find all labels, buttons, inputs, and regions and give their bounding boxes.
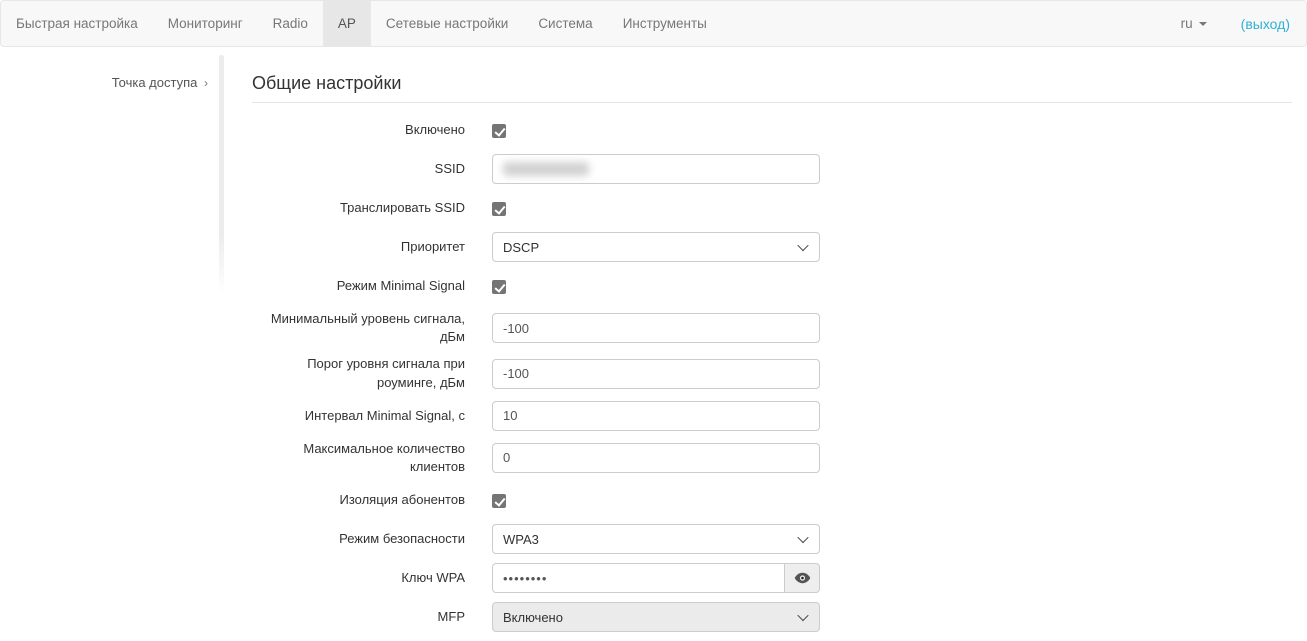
field-label: Включено [252,121,492,139]
navbar-right: ru (выход) [1181,1,1306,46]
main-content: Общие настройки Включено SSID Транслиров… [224,47,1307,641]
field-label: Ключ WPA [252,569,492,587]
max-clients-input[interactable] [492,443,820,473]
nav-item-ap[interactable]: AP [323,1,371,46]
minimal-signal-level-input[interactable] [492,313,820,343]
field-label: SSID [252,160,492,178]
field-label: Порог уровня сигнала при роуминге, дБм [252,355,492,391]
form-row-broadcast-ssid: Транслировать SSID [252,193,1292,223]
field-label: Транслировать SSID [252,199,492,217]
field-label: Интервал Minimal Signal, с [252,407,492,425]
nav-item-tools[interactable]: Инструменты [608,1,722,46]
chevron-right-icon: › [204,76,208,90]
enabled-checkbox[interactable] [492,124,506,138]
sidebar: Точка доступа › [0,47,224,641]
nav-menu: Быстрая настройка Мониторинг Radio AP Се… [1,1,722,46]
roaming-signal-threshold-input[interactable] [492,359,820,389]
field-label: Максимальное количество клиентов [252,440,492,476]
form-row-enabled: Включено [252,115,1292,145]
sidebar-item-access-point[interactable]: Точка доступа › [112,75,208,90]
form-row-minimal-signal-interval: Интервал Minimal Signal, с [252,401,1292,431]
page-title: Общие настройки [252,73,1292,103]
sidebar-divider [219,55,224,295]
logout-link[interactable]: (выход) [1241,16,1290,32]
form-row-minimal-signal-level: Минимальный уровень сигнала, дБм [252,310,1292,346]
broadcast-ssid-checkbox[interactable] [492,202,506,216]
ssid-input[interactable] [492,154,820,184]
form-row-mfp: MFP Включено [252,602,1292,632]
form-row-roaming-threshold: Порог уровня сигнала при роуминге, дБм [252,355,1292,391]
client-isolation-checkbox[interactable] [492,494,506,508]
nav-item-system[interactable]: Система [523,1,607,46]
form-row-client-isolation: Изоляция абонентов [252,485,1292,515]
security-mode-select[interactable]: WPA3 [492,524,820,554]
nav-item-radio[interactable]: Radio [258,1,323,46]
caret-down-icon [1199,22,1207,26]
wpa-key-group [492,563,820,593]
sidebar-item-label: Точка доступа [112,75,198,90]
field-label: Изоляция абонентов [252,491,492,509]
nav-item-network-settings[interactable]: Сетевые настройки [371,1,523,46]
form-row-ssid: SSID [252,154,1292,184]
language-dropdown[interactable]: ru [1181,16,1207,31]
nav-item-monitoring[interactable]: Мониторинг [153,1,258,46]
form-row-security-mode: Режим безопасности WPA3 [252,524,1292,554]
field-label: Приоритет [252,238,492,256]
priority-select[interactable]: DSCP [492,232,820,262]
mfp-select[interactable]: Включено [492,602,820,632]
wpa-key-input[interactable] [492,563,785,593]
form-row-wpa-key: Ключ WPA [252,563,1292,593]
field-label: Режим Minimal Signal [252,277,492,295]
toggle-password-visibility-button[interactable] [784,563,820,593]
form-row-max-clients: Максимальное количество клиентов [252,440,1292,476]
ap-general-settings-form: Включено SSID Транслировать SSID [252,115,1292,632]
field-label: Минимальный уровень сигнала, дБм [252,310,492,346]
eye-icon [794,572,811,584]
form-row-priority: Приоритет DSCP [252,232,1292,262]
field-label: MFP [252,608,492,626]
page-body: Точка доступа › Общие настройки Включено… [0,47,1307,641]
nav-item-quick-setup[interactable]: Быстрая настройка [1,1,153,46]
field-label: Режим безопасности [252,530,492,548]
minimal-signal-interval-input[interactable] [492,401,820,431]
top-navbar: Быстрая настройка Мониторинг Radio AP Се… [0,0,1307,47]
form-row-minimal-signal-mode: Режим Minimal Signal [252,271,1292,301]
minimal-signal-mode-checkbox[interactable] [492,280,506,294]
language-label: ru [1181,16,1193,31]
